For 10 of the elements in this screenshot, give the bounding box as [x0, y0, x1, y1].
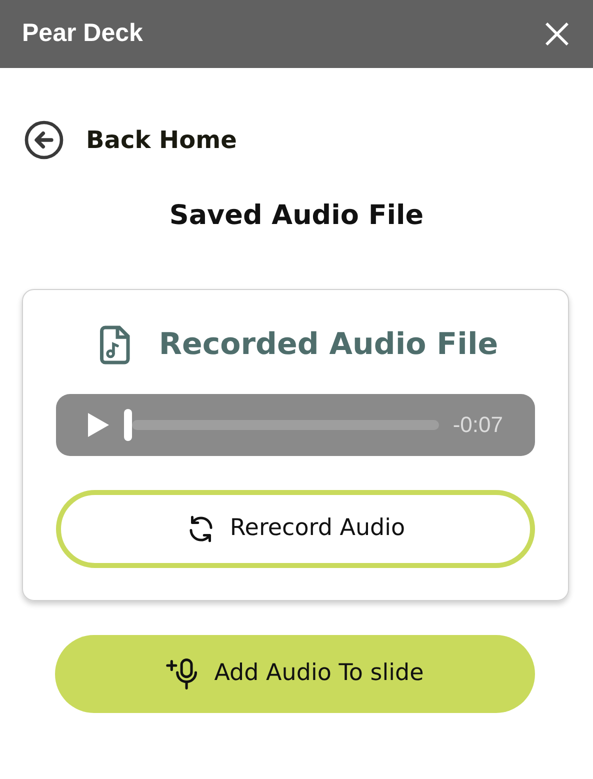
app-title: Pear Deck: [22, 18, 143, 50]
play-button[interactable]: [86, 412, 110, 438]
back-home-link[interactable]: Back Home: [24, 120, 237, 160]
rerecord-button[interactable]: Rerecord Audio: [56, 490, 535, 568]
page-heading: Saved Audio File: [168, 199, 425, 233]
progress-handle[interactable]: [124, 408, 132, 440]
time-remaining: -0:07: [452, 411, 503, 439]
close-button[interactable]: [543, 20, 571, 48]
add-audio-button[interactable]: Add Audio To slide: [55, 634, 535, 712]
card-title: Recorded Audio File: [158, 326, 498, 364]
